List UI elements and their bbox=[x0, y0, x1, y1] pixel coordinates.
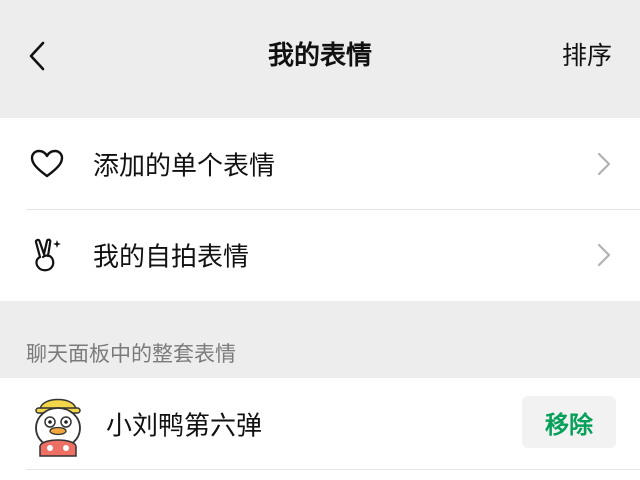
selfie-stickers-label: 我的自拍表情 bbox=[93, 242, 250, 272]
sort-button[interactable]: 排序 bbox=[562, 36, 612, 76]
selfie-stickers-item[interactable]: 我的自拍表情 bbox=[0, 209, 640, 300]
back-button[interactable] bbox=[22, 36, 52, 76]
chevron-right-icon bbox=[597, 152, 611, 175]
section-header: 聊天面板中的整套表情 bbox=[26, 342, 236, 366]
row-divider bbox=[26, 469, 640, 470]
page-title: 我的表情 bbox=[267, 41, 372, 71]
heart-icon bbox=[30, 147, 64, 181]
added-stickers-item[interactable]: 添加的单个表情 bbox=[0, 118, 640, 209]
sticker-pack-name: 小刘鸭第六弹 bbox=[106, 411, 263, 442]
duck-sticker-icon bbox=[35, 398, 81, 457]
sticker-pack-item[interactable]: 小刘鸭第六弹 移除 bbox=[0, 378, 640, 480]
victory-hand-icon bbox=[30, 238, 64, 272]
nav-bar: 我的表情 排序 bbox=[0, 0, 640, 116]
chevron-left-icon bbox=[29, 41, 45, 71]
added-stickers-label: 添加的单个表情 bbox=[93, 151, 276, 181]
sticker-menu: 添加的单个表情 我的自拍表情 bbox=[0, 118, 640, 301]
remove-button[interactable]: 移除 bbox=[522, 396, 616, 448]
chevron-right-icon bbox=[597, 243, 611, 266]
